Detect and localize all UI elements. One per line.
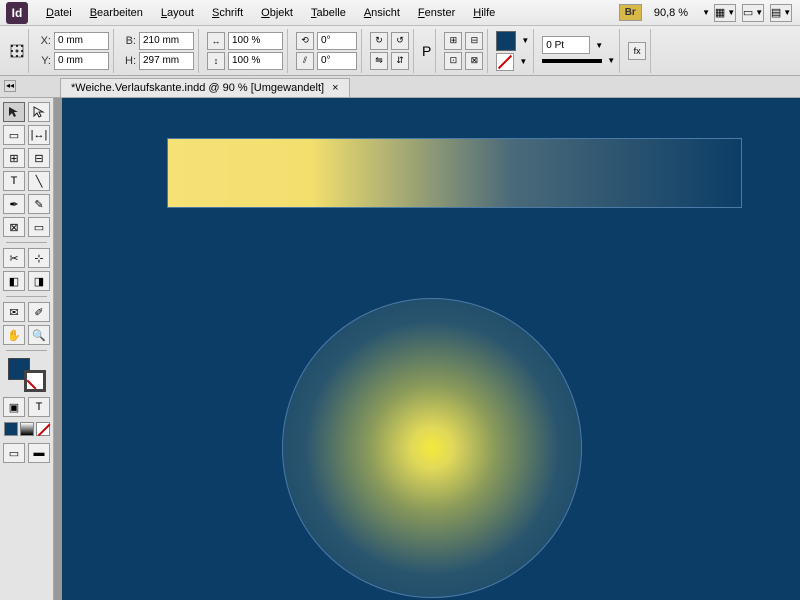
scale-x-input[interactable] <box>228 32 283 50</box>
chevron-down-icon[interactable]: ▼ <box>702 8 710 17</box>
height-input[interactable] <box>139 52 194 70</box>
tools-panel: ▭|↔| ⊞⊟ T╲ ✒✎ ⊠▭ ✂⊹ ◧◨ ✉✐ ✋🔍 ▣T ▭▬ <box>0 98 54 600</box>
reference-point[interactable] <box>6 29 29 73</box>
fill-swatch[interactable] <box>496 31 516 51</box>
scale-y-input[interactable] <box>228 52 283 70</box>
rotate-input[interactable] <box>317 32 357 50</box>
apply-color-icon[interactable] <box>4 422 18 436</box>
align-icon[interactable]: ⊞ <box>444 32 462 50</box>
eyedropper-tool[interactable]: ✐ <box>28 302 50 322</box>
menu-bar: Id Datei Bearbeiten Layout Schrift Objek… <box>0 0 800 26</box>
selection-tool[interactable] <box>3 102 25 122</box>
menu-fenster[interactable]: Fenster <box>410 4 463 22</box>
content-placer-tool[interactable]: ⊟ <box>28 148 50 168</box>
scale-x-icon: ↔ <box>207 32 225 50</box>
flip-h-icon[interactable]: ⇋ <box>370 52 388 70</box>
rotate-ccw-icon[interactable]: ↺ <box>391 32 409 50</box>
control-panel: X: Y: B: H: ↔ ↕ ⟲ ⫽ ↻↺ ⇋⇵ P ⊞⊟ ⊡⊠ ▼ ▼ ▼ … <box>0 26 800 76</box>
free-transform-tool[interactable]: ⊹ <box>28 248 50 268</box>
close-icon[interactable]: × <box>332 82 338 94</box>
bridge-badge[interactable]: Br <box>619 4 642 21</box>
direct-selection-tool[interactable] <box>28 102 50 122</box>
document-title: *Weiche.Verlaufskante.indd @ 90 % [Umgew… <box>71 82 324 94</box>
view-options-icon[interactable]: ▦▼ <box>714 4 736 22</box>
effects-icon[interactable]: fx <box>628 42 646 60</box>
paragraph-p-icon: P <box>422 43 431 59</box>
screen-mode-icon[interactable]: ▭▼ <box>742 4 764 22</box>
pencil-tool[interactable]: ✎ <box>28 194 50 214</box>
stroke-style[interactable] <box>542 59 602 63</box>
collapse-panel-icon[interactable]: ◂◂ <box>4 80 16 92</box>
menu-objekt[interactable]: Objekt <box>253 4 301 22</box>
app-icon: Id <box>6 2 28 24</box>
scale-y-icon: ↕ <box>207 52 225 70</box>
gradient-feather-tool[interactable]: ◨ <box>28 271 50 291</box>
width-input[interactable] <box>139 32 194 50</box>
apply-gradient-icon[interactable] <box>20 422 34 436</box>
apply-none-icon[interactable] <box>36 422 50 436</box>
page-tool[interactable]: ▭ <box>3 125 25 145</box>
scissors-tool[interactable]: ✂ <box>3 248 25 268</box>
formatting-container-icon[interactable]: ▣ <box>3 397 25 417</box>
normal-view-icon[interactable]: ▭ <box>3 443 25 463</box>
gradient-swatch-tool[interactable]: ◧ <box>3 271 25 291</box>
y-input[interactable] <box>54 52 109 70</box>
x-input[interactable] <box>54 32 109 50</box>
menu-layout[interactable]: Layout <box>153 4 202 22</box>
formatting-text-icon[interactable]: T <box>28 397 50 417</box>
menu-bearbeiten[interactable]: Bearbeiten <box>82 4 151 22</box>
w-label: B: <box>122 35 136 47</box>
canvas[interactable] <box>54 98 800 600</box>
chevron-down-icon[interactable]: ▼ <box>519 57 527 66</box>
stroke-proxy[interactable] <box>24 370 46 392</box>
zoom-tool[interactable]: 🔍 <box>28 325 50 345</box>
shear-input[interactable] <box>317 52 357 70</box>
document-tab[interactable]: *Weiche.Verlaufskante.indd @ 90 % [Umgew… <box>60 78 350 97</box>
rectangle-frame-tool[interactable]: ⊠ <box>3 217 25 237</box>
menu-datei[interactable]: Datei <box>38 4 80 22</box>
rotate-icon: ⟲ <box>296 32 314 50</box>
arrange-icon[interactable]: ▤▼ <box>770 4 792 22</box>
zoom-level[interactable]: 90,8 % <box>650 5 692 21</box>
flip-v-icon[interactable]: ⇵ <box>391 52 409 70</box>
h-label: H: <box>122 55 136 67</box>
page[interactable] <box>62 98 800 600</box>
rectangle-tool[interactable]: ▭ <box>28 217 50 237</box>
line-tool[interactable]: ╲ <box>28 171 50 191</box>
menu-schrift[interactable]: Schrift <box>204 4 251 22</box>
rotate-cw-icon[interactable]: ↻ <box>370 32 388 50</box>
gradient-circle[interactable] <box>282 298 582 598</box>
menu-ansicht[interactable]: Ansicht <box>356 4 408 22</box>
chevron-down-icon[interactable]: ▼ <box>521 36 529 45</box>
type-tool[interactable]: T <box>3 171 25 191</box>
stroke-weight-input[interactable] <box>542 36 590 54</box>
menu-hilfe[interactable]: Hilfe <box>465 4 503 22</box>
ungroup-icon[interactable]: ⊠ <box>465 52 483 70</box>
x-label: X: <box>37 35 51 47</box>
note-tool[interactable]: ✉ <box>3 302 25 322</box>
hand-tool[interactable]: ✋ <box>3 325 25 345</box>
y-label: Y: <box>37 55 51 67</box>
fill-stroke-proxy[interactable] <box>8 358 46 392</box>
shear-icon: ⫽ <box>296 52 314 70</box>
menu-tabelle[interactable]: Tabelle <box>303 4 354 22</box>
document-tab-bar: *Weiche.Verlaufskante.indd @ 90 % [Umgew… <box>0 76 800 98</box>
gap-tool[interactable]: |↔| <box>28 125 50 145</box>
pen-tool[interactable]: ✒ <box>3 194 25 214</box>
stroke-swatch[interactable] <box>496 53 514 71</box>
content-collector-tool[interactable]: ⊞ <box>3 148 25 168</box>
group-icon[interactable]: ⊡ <box>444 52 462 70</box>
distribute-icon[interactable]: ⊟ <box>465 32 483 50</box>
gradient-rectangle[interactable] <box>167 138 742 208</box>
preview-view-icon[interactable]: ▬ <box>28 443 50 463</box>
